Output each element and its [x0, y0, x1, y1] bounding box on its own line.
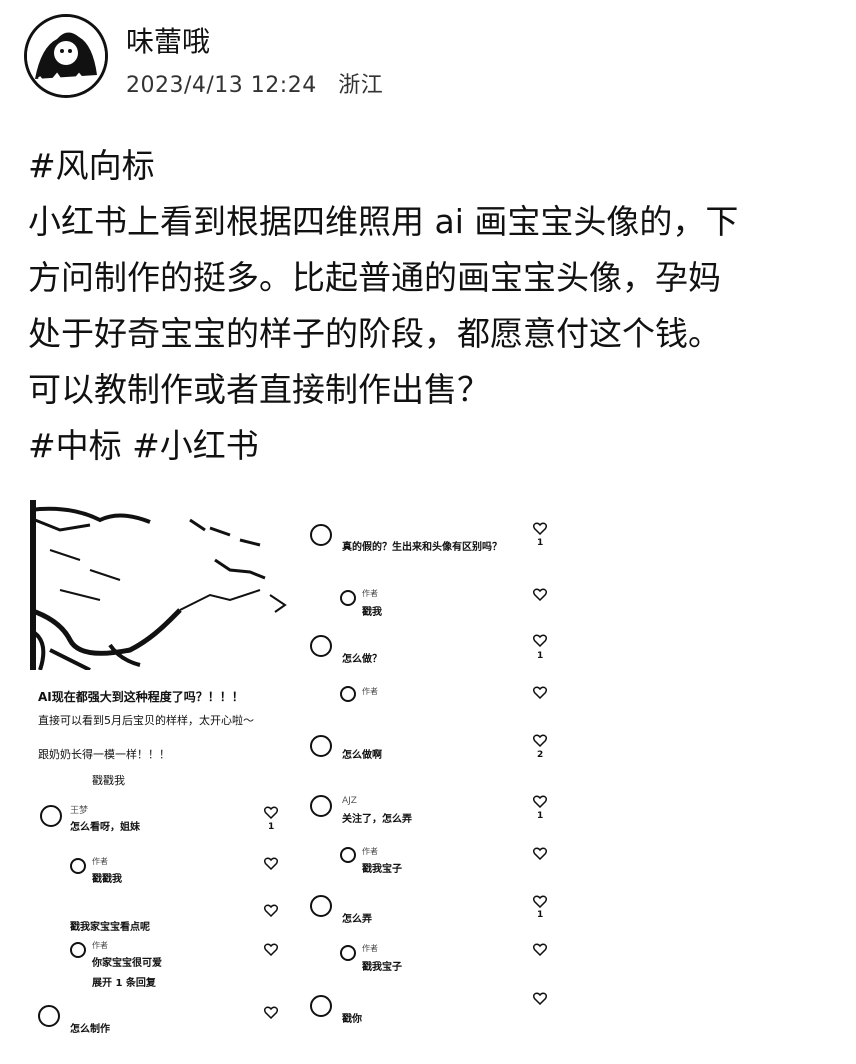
- comment-avatar: [40, 805, 62, 827]
- baby-portrait-image: [30, 500, 300, 670]
- reply-avatar: [340, 945, 356, 961]
- reply-avatar: [70, 942, 86, 958]
- screenshot-caption: AI现在都强大到这种程度了吗？！！！: [38, 690, 244, 704]
- comment-text: 怎么看呀，姐妹: [70, 822, 140, 833]
- like-heart-icon[interactable]: [533, 522, 547, 535]
- post-location: 浙江: [338, 73, 384, 98]
- like-count: 2: [537, 750, 544, 760]
- screenshot-caption-2: 直接可以看到5月后宝贝的样样，太开心啦～: [38, 714, 254, 727]
- avatar[interactable]: [24, 14, 108, 98]
- post-meta: 2023/4/13 12:24 浙江: [126, 67, 383, 99]
- reply-avatar: [340, 847, 356, 863]
- body-line: 小红书上看到根据四维照用 ai 画宝宝头像的，下: [28, 202, 739, 241]
- comment-avatar: [310, 635, 332, 657]
- reply-text: 你家宝宝很可爱: [92, 958, 162, 969]
- author-name[interactable]: 味蕾哦: [126, 20, 210, 60]
- reply-text: 戳我宝子: [362, 864, 402, 875]
- like-heart-icon[interactable]: [533, 847, 547, 860]
- like-count: 1: [537, 538, 544, 548]
- comment-avatar: [310, 995, 332, 1017]
- reply-author: 作者: [362, 589, 378, 598]
- reply-author: 作者: [362, 687, 378, 696]
- like-heart-icon[interactable]: [533, 634, 547, 647]
- like-heart-icon[interactable]: [533, 734, 547, 747]
- screenshot-caption-4: 戳戳我: [92, 774, 125, 787]
- body-line: 可以教制作或者直接制作出售？: [28, 370, 490, 409]
- screenshot-caption-3: 跟奶奶长得一模一样！！！: [38, 748, 170, 761]
- like-heart-icon[interactable]: [533, 588, 547, 601]
- comment-text: 戳我家宝宝看点呢: [70, 922, 150, 933]
- like-heart-icon[interactable]: [264, 806, 278, 819]
- like-heart-icon[interactable]: [533, 943, 547, 956]
- like-heart-icon[interactable]: [264, 1006, 278, 1019]
- reply-author: 作者: [362, 944, 378, 953]
- like-heart-icon[interactable]: [533, 895, 547, 908]
- comment-text: 怎么做啊: [342, 750, 382, 761]
- hashtag-line[interactable]: #中标 #小红书: [28, 418, 828, 474]
- body-line: 处于好奇宝宝的样子的阶段，都愿意付这个钱。: [28, 314, 721, 353]
- reply-text: 戳我: [362, 607, 382, 618]
- like-heart-icon[interactable]: [264, 857, 278, 870]
- comment-avatar: [310, 795, 332, 817]
- like-count: 1: [268, 822, 275, 832]
- like-heart-icon[interactable]: [264, 943, 278, 956]
- post-body: #风向标 小红书上看到根据四维照用 ai 画宝宝头像的，下 方问制作的挺多。比起…: [28, 138, 828, 474]
- comment-text: 怎么做？: [342, 654, 382, 665]
- attached-screenshot[interactable]: AI现在都强大到这种程度了吗？！！！ 直接可以看到5月后宝贝的样样，太开心啦～ …: [30, 500, 552, 1040]
- expand-replies-link[interactable]: 展开 1 条回复: [92, 974, 156, 989]
- reply-avatar: [340, 590, 356, 606]
- reply-author: 作者: [92, 857, 108, 866]
- body-line: 方问制作的挺多。比起普通的画宝宝头像，孕妈: [28, 258, 721, 297]
- like-heart-icon[interactable]: [533, 992, 547, 1005]
- reply-author: 作者: [362, 847, 378, 856]
- like-heart-icon[interactable]: [533, 795, 547, 808]
- comment-text: 真的假的？生出来和头像有区别吗？: [342, 542, 502, 553]
- comment-author: 王梦: [70, 806, 89, 816]
- reply-text: 戳戳我: [92, 874, 122, 885]
- comment-text: 关注了，怎么弄: [342, 814, 412, 825]
- reply-avatar: [70, 858, 86, 874]
- like-count: 1: [537, 910, 544, 920]
- like-heart-icon[interactable]: [264, 904, 278, 917]
- comment-text: 怎么弄: [342, 914, 372, 925]
- hashtag-line[interactable]: #风向标: [28, 138, 828, 194]
- reply-text: 戳我宝子: [362, 962, 402, 973]
- comment-text: 怎么制作: [70, 1024, 110, 1035]
- comment-avatar: [310, 735, 332, 757]
- comment-avatar: [310, 524, 332, 546]
- like-count: 1: [537, 651, 544, 661]
- comment-author: AJZ: [342, 796, 357, 806]
- reply-author: 作者: [92, 941, 108, 950]
- comment-avatar: [38, 1005, 60, 1027]
- comment-avatar: [310, 895, 332, 917]
- like-heart-icon[interactable]: [533, 686, 547, 699]
- comment-text: 戳你: [342, 1014, 362, 1025]
- post-date: 2023/4/13 12:24: [126, 73, 317, 98]
- reply-avatar: [340, 686, 356, 702]
- like-count: 1: [537, 811, 544, 821]
